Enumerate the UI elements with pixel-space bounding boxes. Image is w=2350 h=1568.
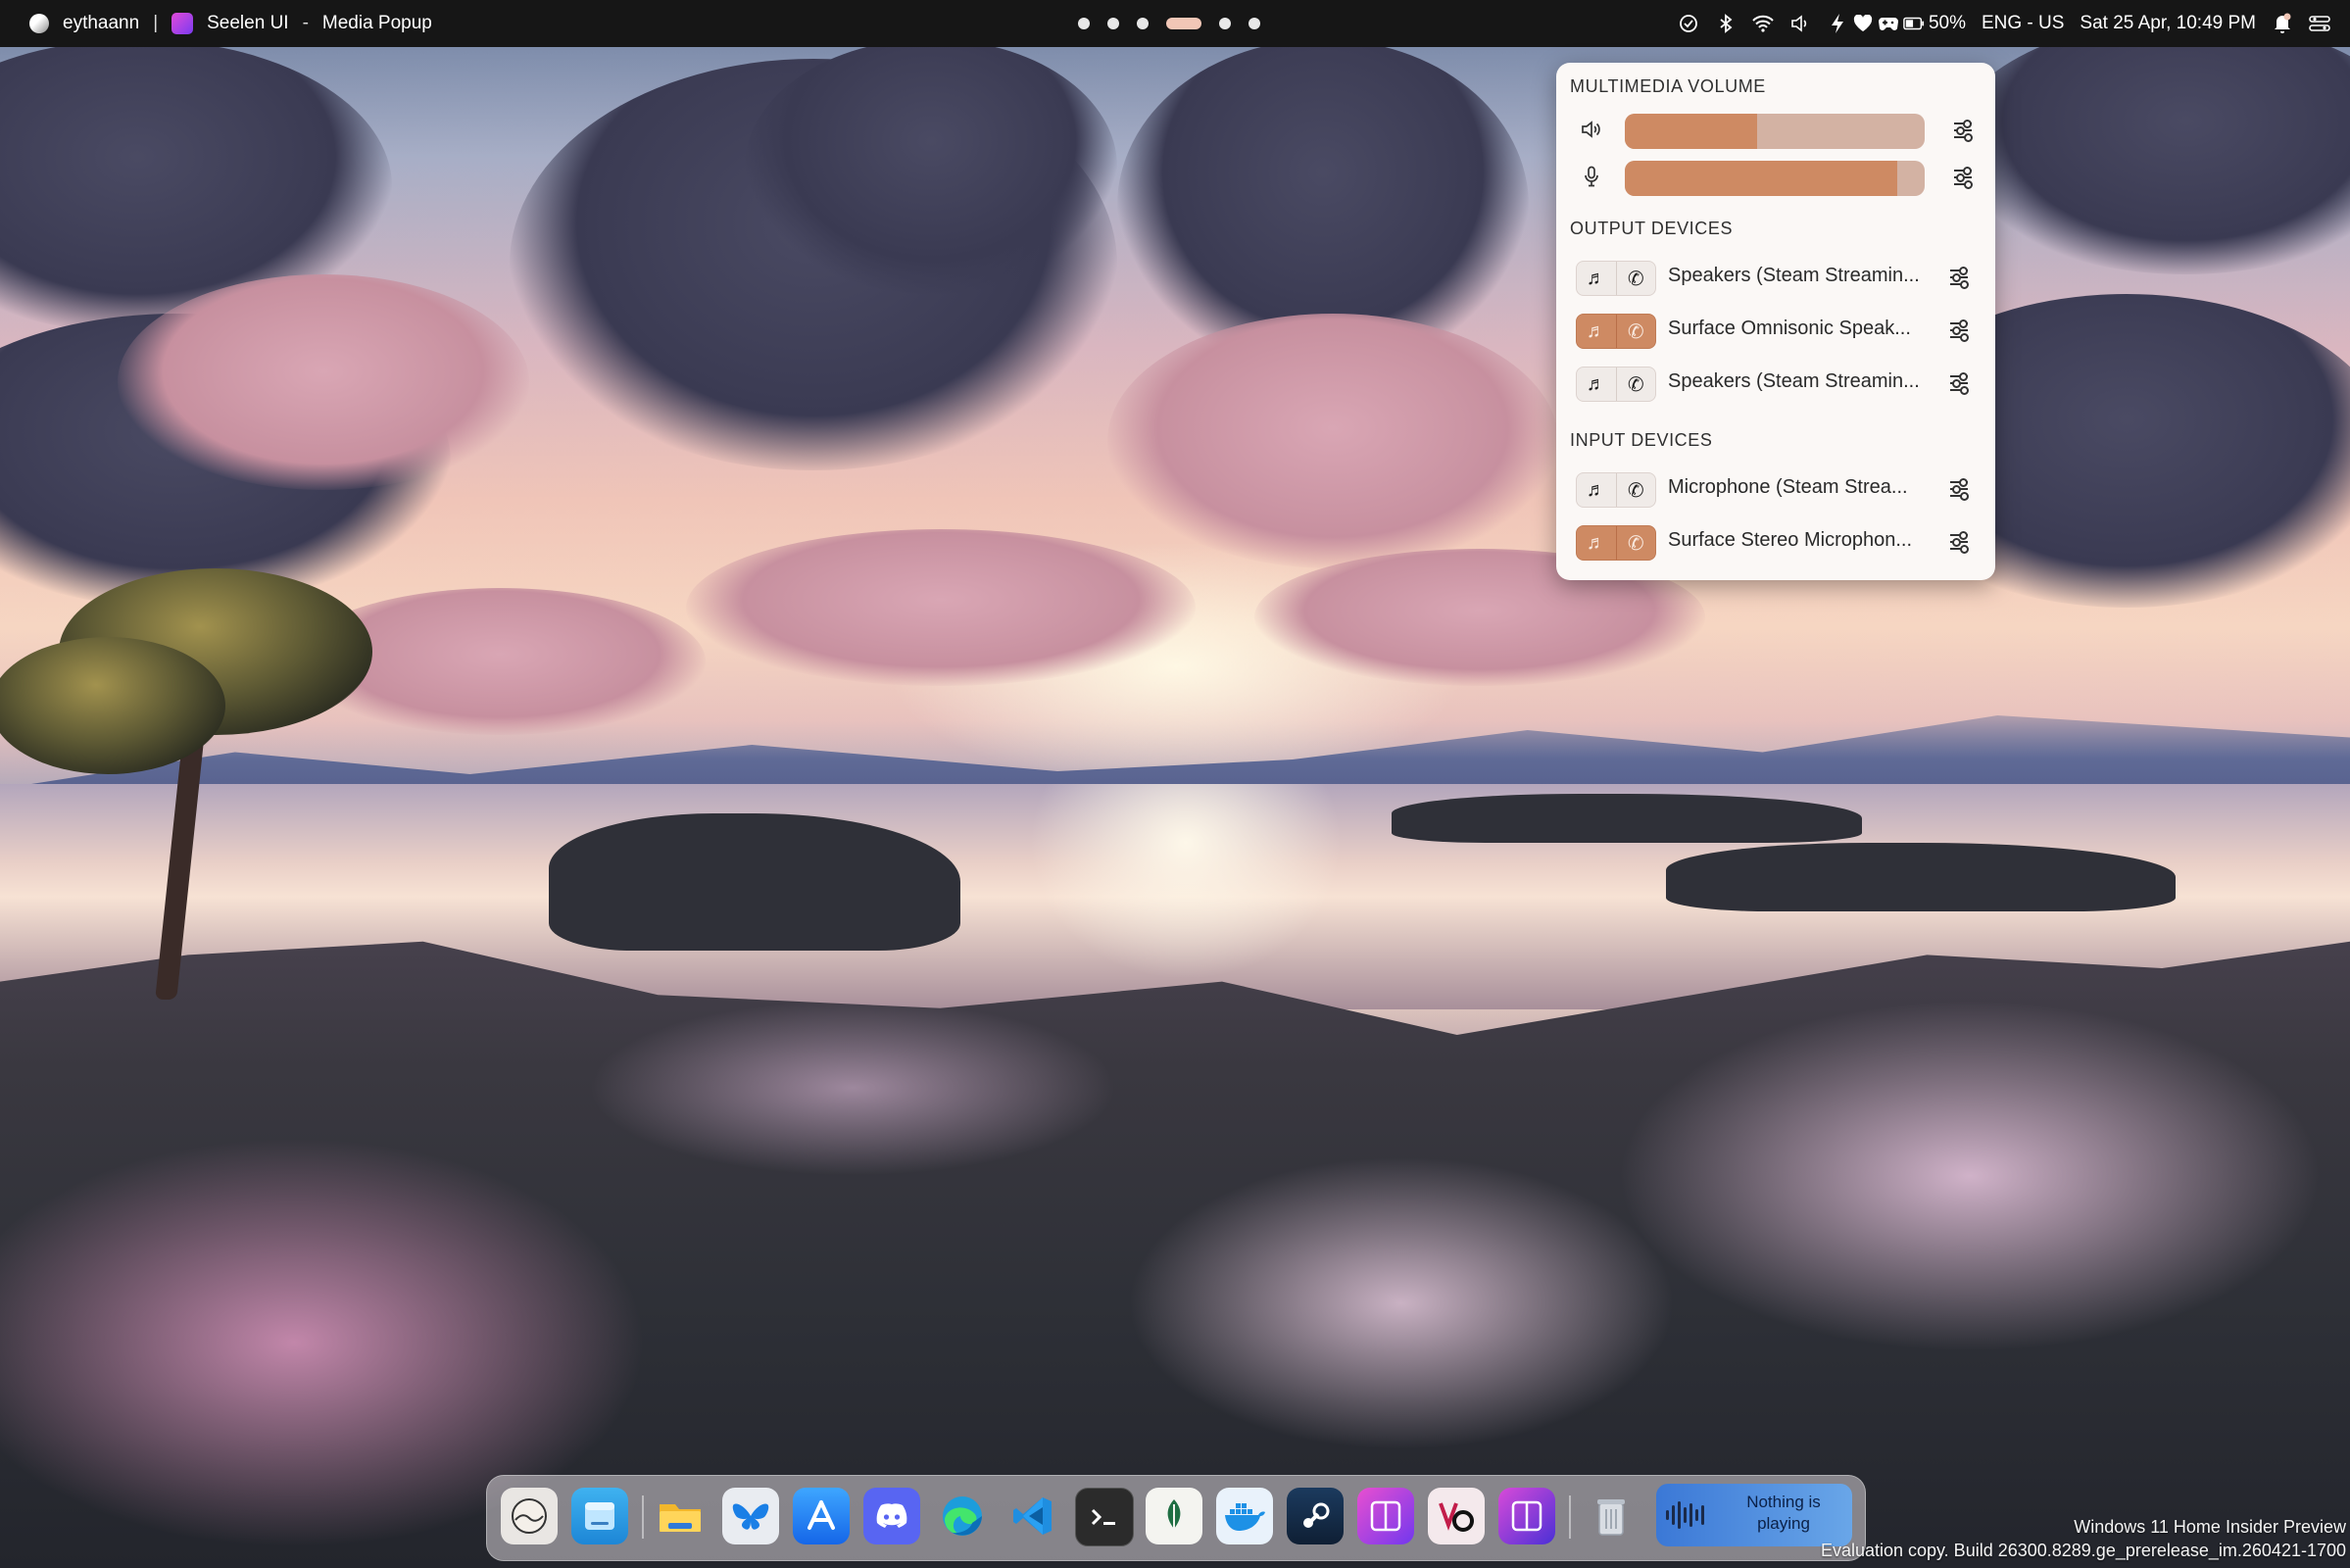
workspace-1[interactable] [1078, 18, 1090, 29]
seelen-ui-dev-icon[interactable] [1498, 1488, 1555, 1544]
wifi-icon[interactable] [1752, 13, 1774, 34]
music-note-icon[interactable]: ♬ [1577, 473, 1616, 507]
output-device-row[interactable]: ♬ ✆ Speakers (Steam Streamin... [1570, 259, 1982, 296]
user-name[interactable]: eythaann [63, 13, 139, 34]
leaf-app-icon[interactable] [1146, 1488, 1202, 1544]
heart-icon[interactable] [1852, 13, 1874, 34]
dock-divider [1569, 1495, 1571, 1539]
clock-check-icon[interactable] [1678, 13, 1699, 34]
folder-icon[interactable] [652, 1488, 709, 1544]
seelen-ui-icon [171, 13, 194, 34]
workspace-switcher [1078, 0, 1260, 47]
bluetooth-icon[interactable] [1715, 13, 1737, 34]
topbar-left: eythaann | Seelen UI - Media Popup [29, 0, 432, 47]
output-volume-fill [1625, 114, 1757, 149]
input-volume-fill [1625, 161, 1898, 196]
audio-wave-icon [1666, 1499, 1705, 1531]
vscode-icon[interactable] [1004, 1488, 1061, 1544]
windows-watermark: Windows 11 Home Insider Preview Evaluati… [1821, 1515, 2346, 1562]
terminal-icon[interactable] [1075, 1488, 1134, 1546]
top-bar: eythaann | Seelen UI - Media Popup 50% E… [0, 0, 2350, 47]
device-label: Surface Omnisonic Speak... [1668, 318, 1911, 339]
language-indicator[interactable]: ENG - US [1982, 13, 2064, 34]
output-device-row[interactable]: ♬ ✆ Surface Omnisonic Speak... [1570, 312, 1982, 349]
device-toggle-group: ♬ ✆ [1576, 314, 1656, 349]
phone-call-icon[interactable]: ✆ [1615, 368, 1656, 401]
device-label: Speakers (Steam Streamin... [1668, 370, 1920, 392]
input-mixer-icon[interactable] [1952, 166, 1974, 189]
notification-bell-icon[interactable] [2272, 13, 2293, 34]
device-settings-icon[interactable] [1948, 371, 1970, 395]
workspace-5[interactable] [1219, 18, 1231, 29]
recycle-bin-icon[interactable] [1583, 1488, 1640, 1544]
workspace-3[interactable] [1137, 18, 1149, 29]
device-settings-icon[interactable] [1948, 477, 1970, 501]
music-note-icon[interactable]: ♬ [1577, 526, 1616, 560]
workspace-6[interactable] [1248, 18, 1260, 29]
output-device-row[interactable]: ♬ ✆ Speakers (Steam Streamin... [1570, 365, 1982, 402]
speaker-icon[interactable] [1580, 118, 1603, 141]
battery-icon[interactable] [1903, 13, 1925, 34]
focused-window-title[interactable]: Media Popup [322, 13, 432, 34]
workspace-4-active[interactable] [1166, 18, 1201, 29]
device-toggle-group: ♬ ✆ [1576, 261, 1656, 296]
topbar-divider: | [153, 13, 159, 33]
edge-icon[interactable] [934, 1488, 991, 1544]
phone-call-icon[interactable]: ✆ [1615, 315, 1656, 348]
user-avatar-icon[interactable] [501, 1488, 558, 1544]
watermark-edition: Windows 11 Home Insider Preview [2074, 1517, 2346, 1537]
output-devices-title: OUTPUT DEVICES [1570, 219, 1734, 238]
device-toggle-group: ♬ ✆ [1576, 525, 1656, 561]
device-settings-icon[interactable] [1948, 266, 1970, 289]
docker-icon[interactable] [1216, 1488, 1273, 1544]
power-icon[interactable] [1827, 13, 1848, 34]
focused-app-name[interactable]: Seelen UI [207, 13, 288, 34]
title-dash: - [302, 13, 309, 33]
bluesky-icon[interactable] [722, 1488, 779, 1544]
device-settings-icon[interactable] [1948, 530, 1970, 554]
user-logo-icon[interactable] [29, 14, 49, 33]
date-time[interactable]: Sat 25 Apr, 10:49 PM [2080, 13, 2256, 34]
gamepad-icon[interactable] [1878, 13, 1899, 34]
output-volume-row [1570, 112, 1982, 149]
settings-toggle-icon[interactable] [2309, 13, 2330, 34]
device-settings-icon[interactable] [1948, 318, 1970, 342]
device-label: Surface Stereo Microphon... [1668, 529, 1913, 551]
phone-call-icon[interactable]: ✆ [1615, 262, 1656, 295]
workspace-2[interactable] [1107, 18, 1119, 29]
media-popup: MULTIMEDIA VOLUME OUTPUT DEVICES ♬ ✆ Spe… [1556, 63, 1995, 580]
discord-icon[interactable] [863, 1488, 920, 1544]
microphone-icon[interactable] [1580, 165, 1603, 188]
steam-icon[interactable] [1287, 1488, 1344, 1544]
input-device-row[interactable]: ♬ ✆ Surface Stereo Microphon... [1570, 523, 1982, 561]
dock-divider [642, 1495, 644, 1539]
wallpaper [0, 0, 2350, 1568]
volume-icon[interactable] [1789, 13, 1811, 34]
app-store-icon[interactable] [793, 1488, 850, 1544]
music-note-icon[interactable]: ♬ [1577, 368, 1616, 401]
virtualcam-icon[interactable] [1428, 1488, 1485, 1544]
input-device-row[interactable]: ♬ ✆ Microphone (Steam Strea... [1570, 470, 1982, 508]
input-devices-title: INPUT DEVICES [1570, 430, 1713, 450]
output-volume-slider[interactable] [1625, 114, 1925, 149]
file-explorer-icon[interactable] [571, 1488, 628, 1544]
device-toggle-group: ♬ ✆ [1576, 367, 1656, 402]
input-volume-slider[interactable] [1625, 161, 1925, 196]
system-tray: 50% ENG - US Sat 25 Apr, 10:49 PM [1678, 0, 2330, 47]
battery-percent[interactable]: 50% [1929, 13, 1966, 34]
music-note-icon[interactable]: ♬ [1577, 315, 1616, 348]
output-mixer-icon[interactable] [1952, 119, 1974, 142]
phone-call-icon[interactable]: ✆ [1615, 526, 1656, 560]
music-note-icon[interactable]: ♬ [1577, 262, 1616, 295]
input-volume-row [1570, 159, 1982, 196]
device-label: Microphone (Steam Strea... [1668, 476, 1908, 498]
seelen-ui-icon[interactable] [1357, 1488, 1414, 1544]
watermark-build: Evaluation copy. Build 26300.8289.ge_pre… [1820, 1541, 2346, 1560]
multimedia-volume-title: MULTIMEDIA VOLUME [1570, 76, 1766, 96]
device-label: Speakers (Steam Streamin... [1668, 265, 1920, 286]
phone-call-icon[interactable]: ✆ [1615, 473, 1656, 507]
device-toggle-group: ♬ ✆ [1576, 472, 1656, 508]
